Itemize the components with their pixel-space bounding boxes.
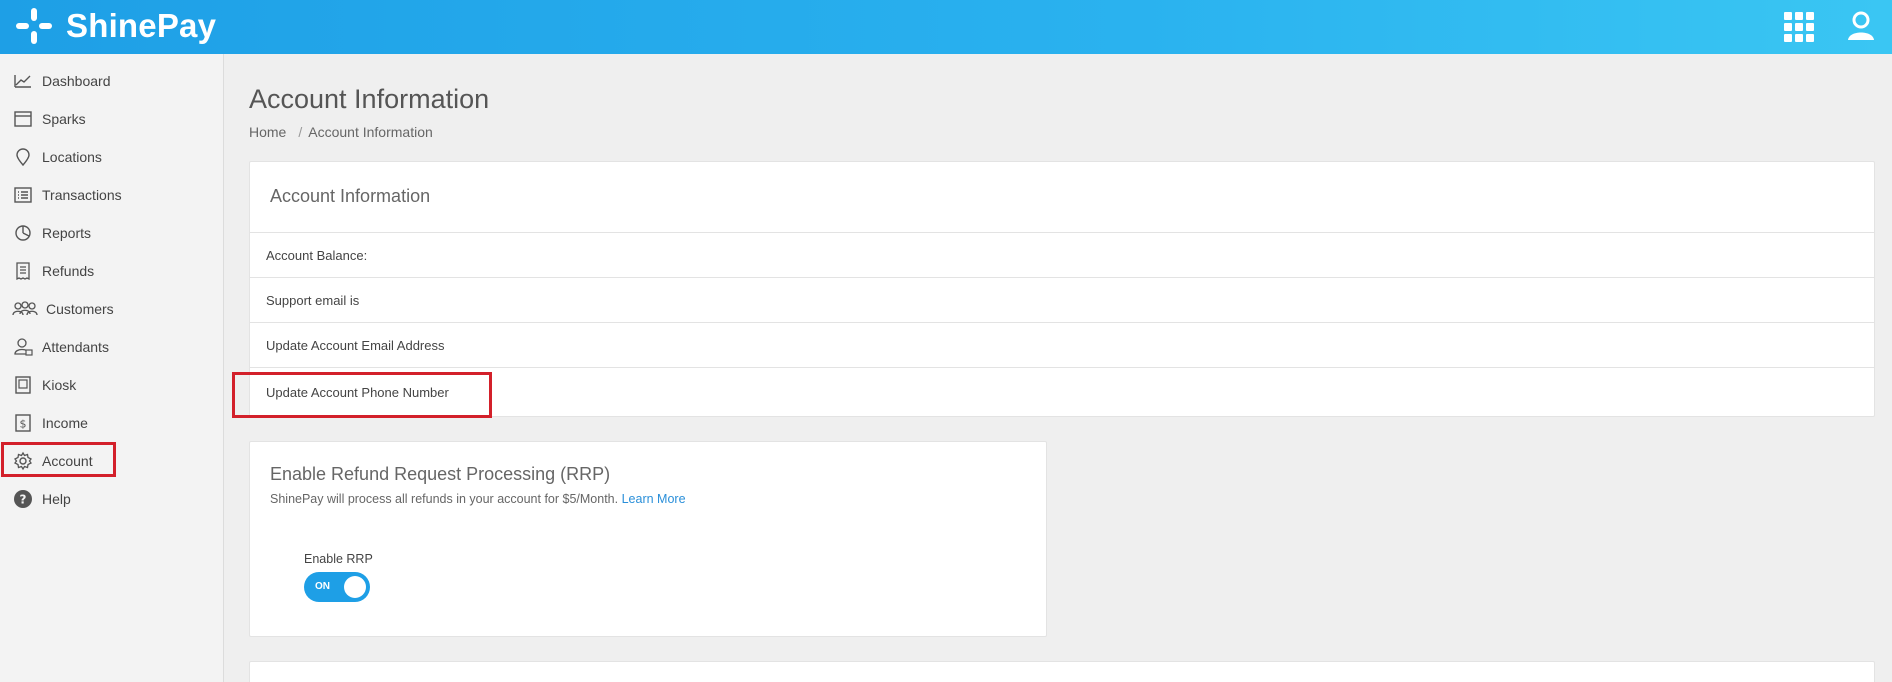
rrp-card: Enable Refund Request Processing (RRP) S…: [249, 441, 1047, 637]
sidebar-item-reports[interactable]: Reports: [12, 219, 91, 247]
enable-rrp-label: Enable RRP: [304, 552, 373, 566]
toggle-state-text: ON: [315, 581, 330, 592]
kiosk-icon: [12, 374, 34, 396]
main-content: Account Information Home / Account Infor…: [225, 54, 1892, 682]
sidebar-item-dashboard[interactable]: Dashboard: [12, 67, 111, 95]
account-information-card: Account Information Account Balance: Sup…: [249, 161, 1875, 417]
svg-text:?: ?: [20, 493, 27, 507]
rrp-title: Enable Refund Request Processing (RRP): [270, 464, 611, 484]
breadcrumb-home-link[interactable]: Home: [249, 124, 286, 140]
svg-text:$: $: [20, 418, 27, 431]
account-balance-row: Account Balance:: [250, 232, 1874, 277]
sidebar-item-label: Attendants: [42, 339, 109, 355]
sidebar-item-label: Sparks: [42, 111, 86, 127]
location-pin-icon: [12, 146, 34, 168]
sidebar-item-label: Kiosk: [42, 377, 77, 393]
sidebar-item-help[interactable]: ? Help: [12, 485, 71, 513]
sidebar-item-label: Transactions: [42, 187, 122, 203]
sidebar: Dashboard Sparks Locations Transactions …: [0, 54, 224, 682]
sidebar-item-attendants[interactable]: Attendants: [12, 333, 109, 361]
sidebar-item-label: Customers: [46, 301, 114, 317]
receipt-icon: [12, 260, 34, 282]
top-bar: ShinePay: [0, 0, 1892, 54]
apps-grid-icon[interactable]: [1784, 12, 1814, 42]
phone-number-highlight-box: [232, 372, 492, 418]
sidebar-item-customers[interactable]: Customers: [12, 295, 114, 323]
help-icon: ?: [12, 488, 34, 510]
bottom-card: [249, 661, 1875, 682]
breadcrumb-current: Account Information: [308, 124, 433, 140]
dashboard-chart-icon: [12, 70, 34, 92]
calendar-icon: [12, 108, 34, 130]
sidebar-item-label: Dashboard: [42, 73, 111, 89]
app-logo[interactable]: ShinePay: [14, 4, 216, 48]
sidebar-item-kiosk[interactable]: Kiosk: [12, 371, 76, 399]
sidebar-item-label: Income: [42, 415, 88, 431]
customers-icon: [12, 298, 38, 320]
update-phone-row[interactable]: Update Account Phone Number: [250, 367, 1874, 417]
sidebar-item-label: Locations: [42, 149, 102, 165]
update-email-link[interactable]: Update Account Email Address: [266, 338, 445, 353]
breadcrumb: Home / Account Information: [249, 124, 433, 140]
sidebar-item-locations[interactable]: Locations: [12, 143, 102, 171]
user-profile-icon[interactable]: [1846, 10, 1876, 42]
enable-rrp-toggle[interactable]: ON: [304, 572, 370, 602]
page-title: Account Information: [249, 84, 490, 114]
sidebar-item-refunds[interactable]: Refunds: [12, 257, 94, 285]
update-email-row[interactable]: Update Account Email Address: [250, 322, 1874, 367]
account-balance-label: Account Balance:: [266, 247, 368, 263]
account-highlight-box: [1, 442, 116, 477]
sidebar-item-label: Refunds: [42, 263, 95, 279]
rrp-description-text: ShinePay will process all refunds in you…: [270, 492, 619, 506]
sidebar-item-label: Help: [42, 491, 71, 507]
pie-chart-icon: [12, 222, 34, 244]
app-name: ShinePay: [66, 7, 217, 44]
support-email-label: Support email is: [266, 292, 360, 308]
card-title: Account Information: [270, 186, 431, 206]
dollar-icon: $: [12, 412, 34, 434]
sidebar-item-label: Reports: [42, 225, 92, 241]
rrp-description: ShinePay will process all refunds in you…: [270, 492, 686, 506]
sidebar-item-income[interactable]: $ Income: [12, 409, 88, 437]
learn-more-link[interactable]: Learn More: [622, 492, 686, 506]
logo-sparkle-icon: [14, 6, 54, 46]
support-email-row: Support email is: [250, 277, 1874, 322]
list-icon: [12, 184, 34, 206]
attendant-icon: [12, 336, 34, 358]
sidebar-item-transactions[interactable]: Transactions: [12, 181, 122, 209]
toggle-knob: [344, 576, 366, 598]
breadcrumb-separator: /: [298, 124, 303, 140]
sidebar-item-sparks[interactable]: Sparks: [12, 105, 86, 133]
